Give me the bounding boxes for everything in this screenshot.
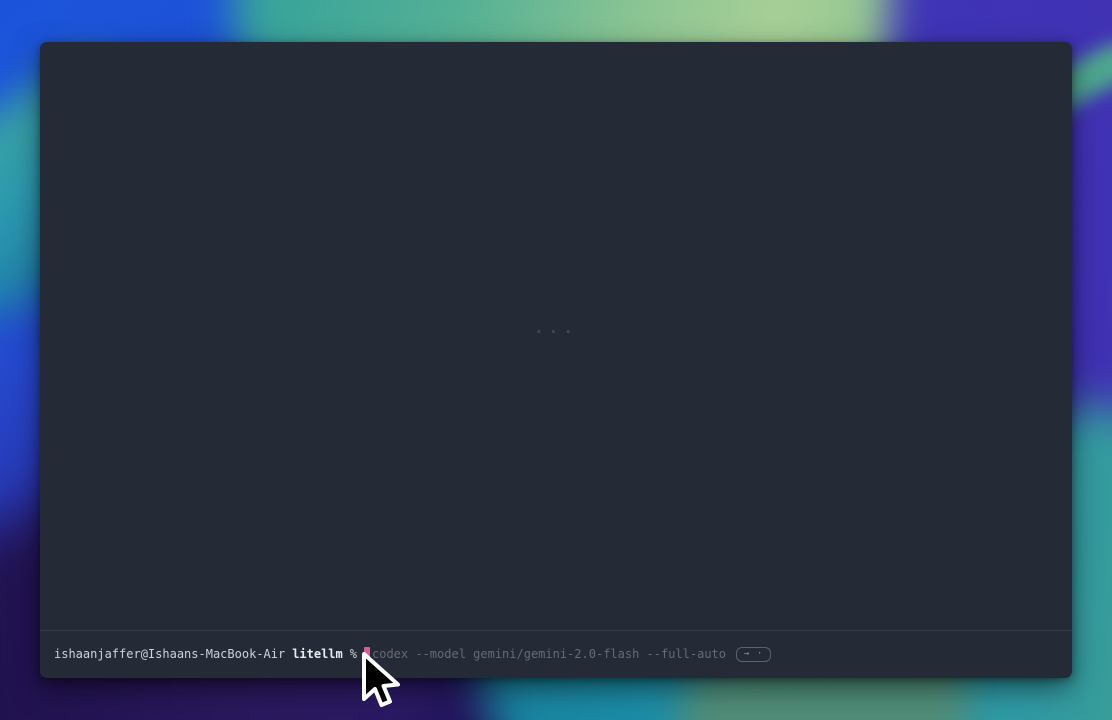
prompt-symbol: % xyxy=(350,646,357,663)
desktop-wallpaper: ··· ishaanjaffer@Ishaans-MacBook-Air lit… xyxy=(0,0,1112,720)
terminal-prompt-line[interactable]: ishaanjaffer@Ishaans-MacBook-Air litellm… xyxy=(40,630,1072,678)
prompt-user-host: ishaanjaffer@Ishaans-MacBook-Air xyxy=(54,646,285,663)
terminal-window[interactable]: ··· ishaanjaffer@Ishaans-MacBook-Air lit… xyxy=(40,42,1072,678)
right-arrow-key-icon: → · xyxy=(744,648,763,661)
prompt-directory: litellm xyxy=(292,646,343,663)
suggestion-hint-badge: → · xyxy=(736,647,771,662)
autosuggestion-text[interactable]: codex --model gemini/gemini-2.0-flash --… xyxy=(372,646,726,663)
text-cursor xyxy=(364,647,370,662)
loading-ellipsis: ··· xyxy=(534,322,578,341)
terminal-output-area: ··· xyxy=(40,42,1072,630)
